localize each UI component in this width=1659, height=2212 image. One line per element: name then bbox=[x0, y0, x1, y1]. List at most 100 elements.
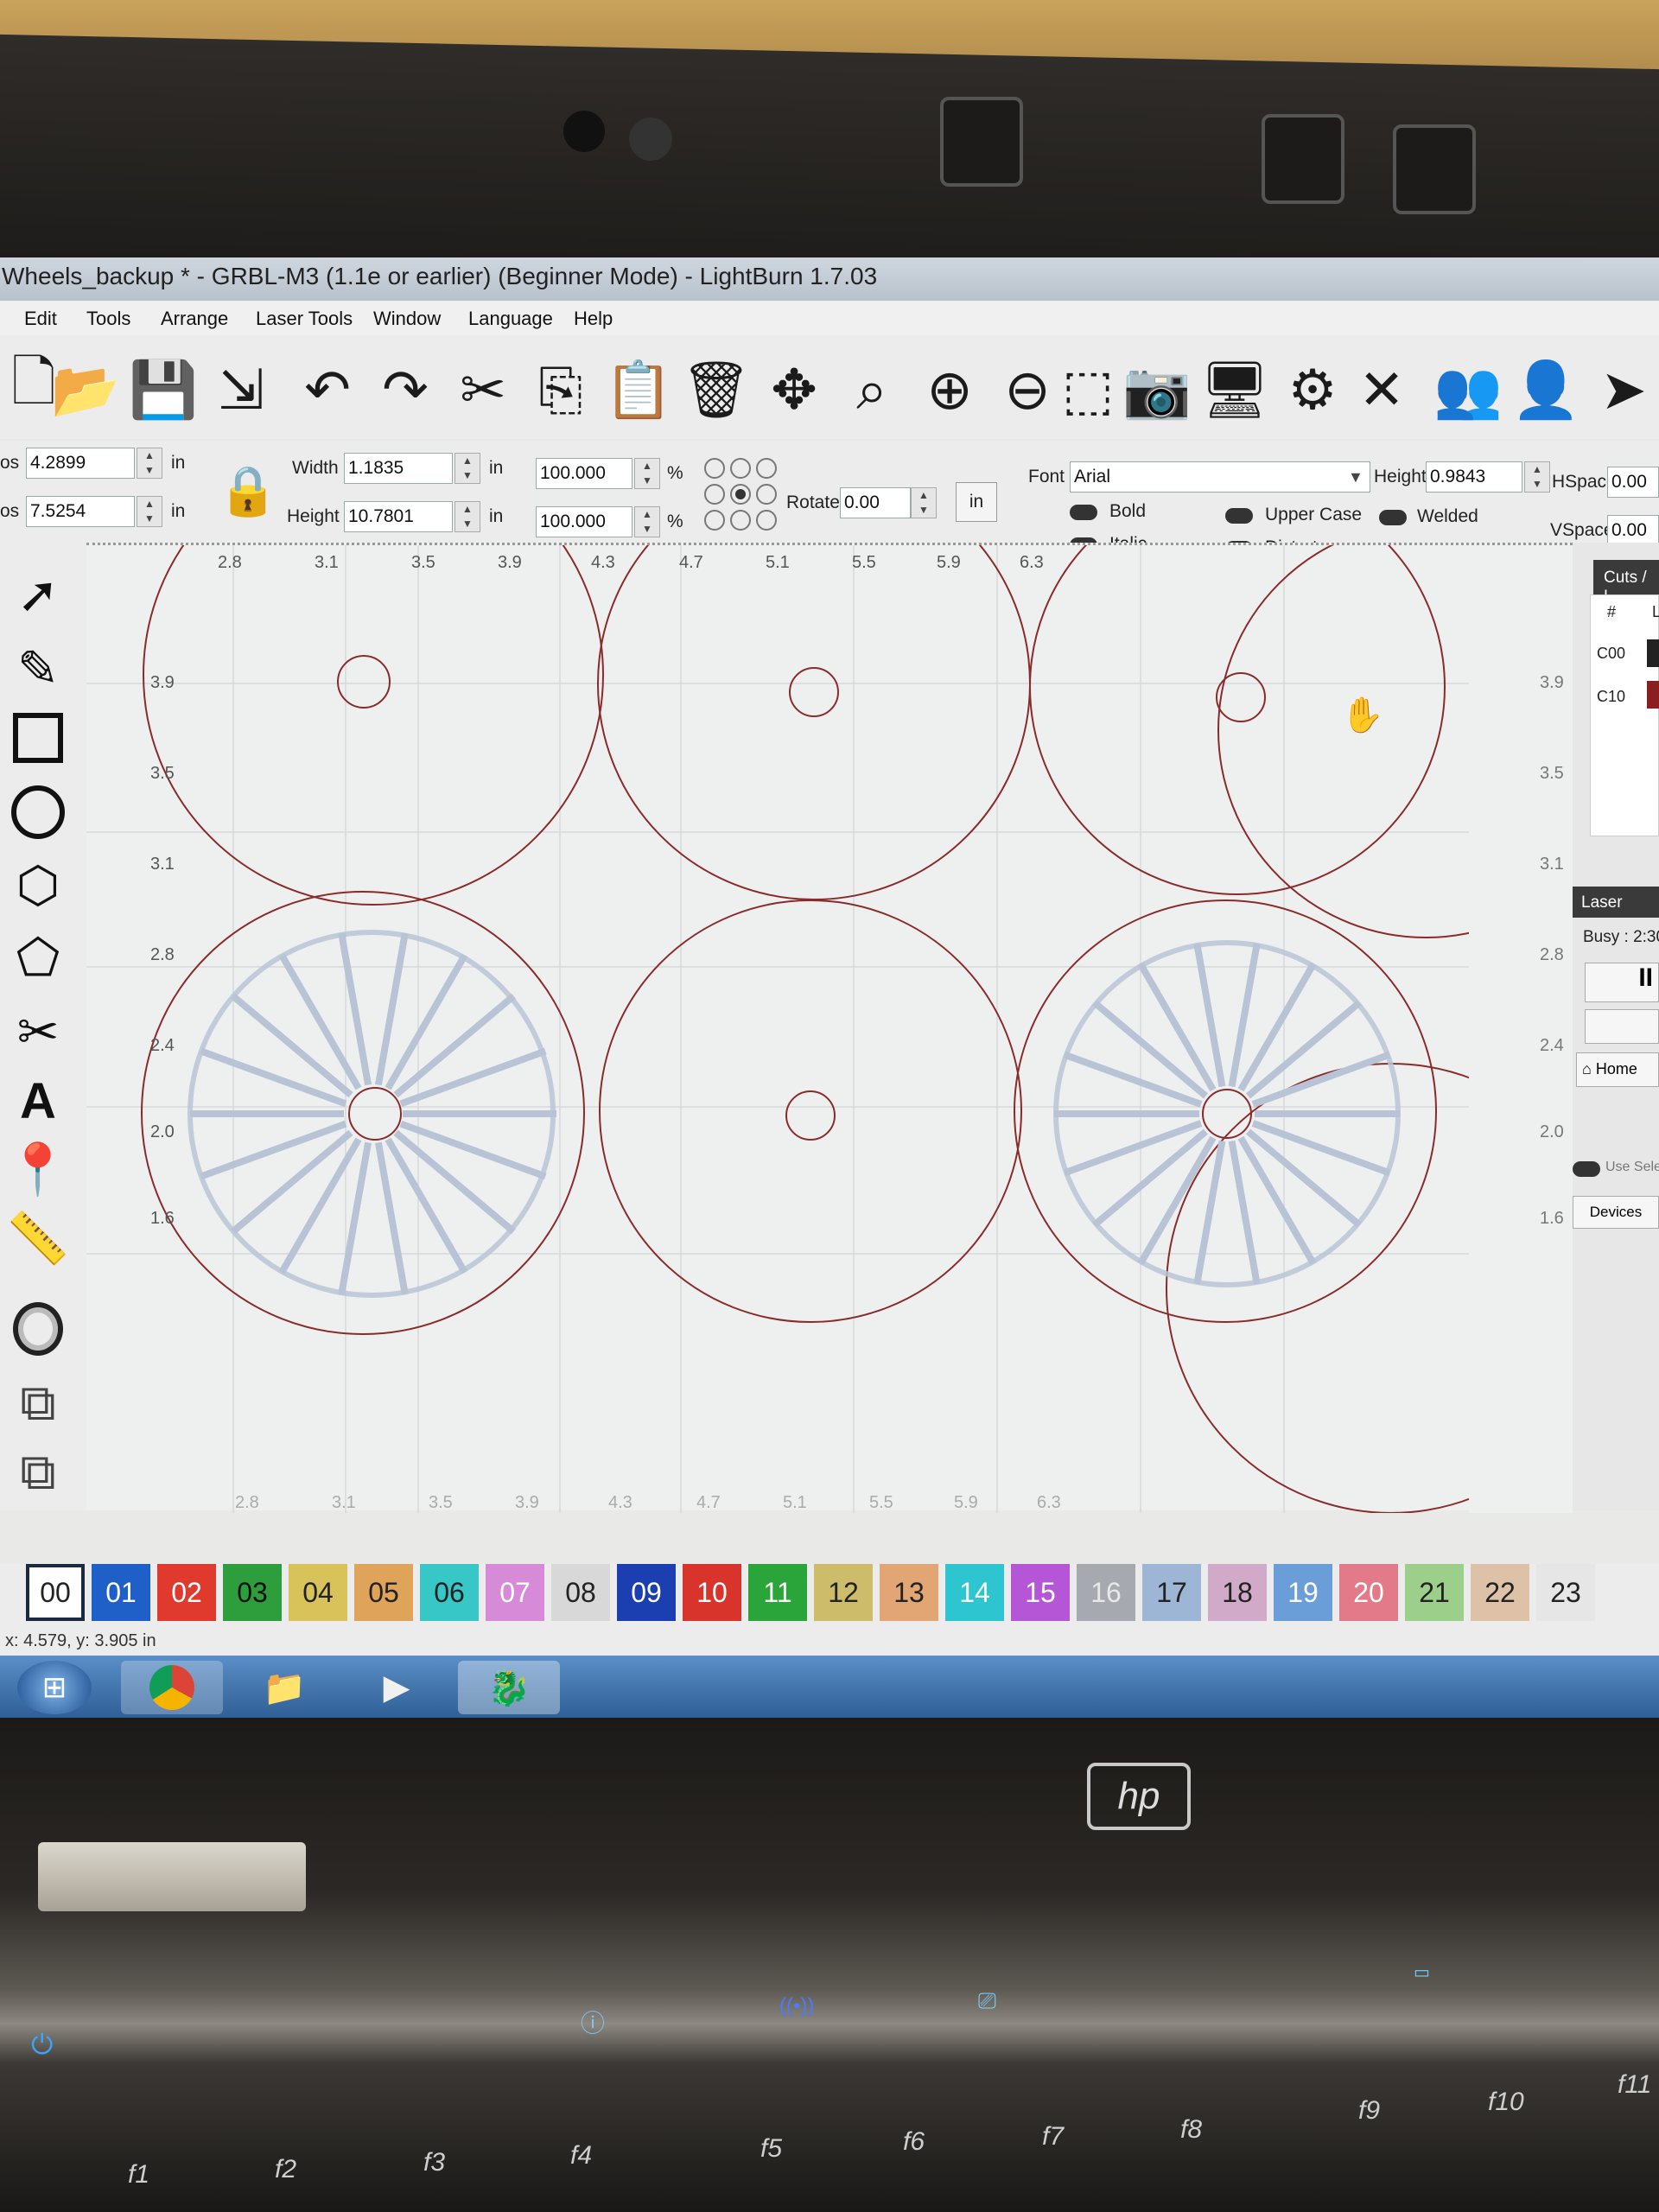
cut-shapes-icon[interactable]: ✂ bbox=[3, 997, 73, 1066]
menu-arrange[interactable]: Arrange bbox=[161, 308, 228, 330]
stop-button[interactable] bbox=[1585, 1009, 1659, 1044]
weld-shapes-icon[interactable]: ⧉ bbox=[3, 1369, 73, 1438]
palette-swatch-13[interactable]: 13 bbox=[880, 1564, 938, 1621]
palette-swatch-21[interactable]: 21 bbox=[1405, 1564, 1464, 1621]
pause-button[interactable]: II bbox=[1585, 963, 1659, 1002]
start-icon[interactable]: ⊞ bbox=[17, 1661, 92, 1714]
cut-icon[interactable]: ✂ bbox=[449, 351, 517, 429]
ypos-spinner[interactable]: ▲ ▼ bbox=[137, 496, 162, 527]
function-key-f2[interactable]: f2 bbox=[275, 2155, 296, 2184]
vspace-field[interactable]: 0.00 bbox=[1607, 515, 1659, 546]
frame-icon[interactable]: ⬚ bbox=[1054, 351, 1122, 429]
design-canvas[interactable]: 2.8 3.1 3.5 3.9 4.3 4.7 5.1 5.5 5.9 6.3 3.9 3.5 3.1 2… bbox=[86, 543, 1573, 1513]
explorer-icon[interactable]: 📁 bbox=[233, 1661, 335, 1714]
zoom-in-icon[interactable]: ⊕ bbox=[916, 351, 983, 429]
move-icon[interactable]: ✥ bbox=[760, 351, 828, 429]
rectangle-tool-icon[interactable] bbox=[3, 703, 73, 772]
text-height-field[interactable]: 0.9843 bbox=[1426, 461, 1522, 493]
cuts-row-c00[interactable]: C00 bbox=[1597, 645, 1625, 663]
function-key-f3[interactable]: f3 bbox=[423, 2148, 445, 2177]
xpos-field[interactable]: 4.2899 bbox=[26, 448, 135, 479]
menu-laser-tools[interactable]: Laser Tools bbox=[256, 308, 353, 330]
menu-edit[interactable]: Edit bbox=[24, 308, 57, 330]
palette-swatch-05[interactable]: 05 bbox=[354, 1564, 413, 1621]
palette-swatch-00[interactable]: 00 bbox=[26, 1564, 85, 1621]
media-icon[interactable]: ▶ bbox=[346, 1661, 448, 1714]
zoom-page-icon[interactable]: ⌕ bbox=[838, 351, 906, 429]
cuts-row-c10[interactable]: C10 bbox=[1597, 688, 1625, 706]
palette-swatch-17[interactable]: 17 bbox=[1142, 1564, 1201, 1621]
users-icon[interactable]: 👥 bbox=[1433, 351, 1503, 429]
cuts-row-c10-color[interactable] bbox=[1647, 681, 1659, 709]
presentation-icon[interactable]: ⎚ bbox=[978, 1987, 996, 2015]
function-key-f4[interactable]: f4 bbox=[570, 2141, 592, 2171]
units-toggle-button[interactable]: in bbox=[956, 482, 997, 522]
palette-swatch-03[interactable]: 03 bbox=[223, 1564, 282, 1621]
function-key-f8[interactable]: f8 bbox=[1180, 2115, 1202, 2145]
palette-swatch-22[interactable]: 22 bbox=[1471, 1564, 1529, 1621]
palette-swatch-15[interactable]: 15 bbox=[1011, 1564, 1070, 1621]
delete-icon[interactable]: 🗑 bbox=[681, 351, 751, 429]
palette-swatch-10[interactable]: 10 bbox=[683, 1564, 741, 1621]
save-icon[interactable]: 💾 bbox=[129, 351, 198, 429]
tools-icon[interactable]: ✕ bbox=[1348, 351, 1415, 429]
lock-aspect-icon[interactable]: 🔒 bbox=[218, 460, 278, 522]
cuts-row-c00-color[interactable] bbox=[1647, 639, 1659, 667]
power-icon[interactable]: ⏻ bbox=[31, 2029, 53, 2062]
rotate-spinner[interactable]: ▲ ▼ bbox=[911, 487, 937, 518]
function-key-f7[interactable]: f7 bbox=[1042, 2122, 1064, 2152]
text-height-spinner[interactable]: ▲ ▼ bbox=[1524, 461, 1550, 493]
bezel-light-button[interactable] bbox=[1393, 124, 1476, 214]
height-percent-field[interactable]: 100.000 bbox=[536, 506, 632, 537]
xpos-spinner[interactable]: ▲ ▼ bbox=[137, 448, 162, 479]
function-key-f6[interactable]: f6 bbox=[903, 2127, 925, 2157]
settings-icon[interactable]: ⚙ bbox=[1279, 351, 1346, 429]
menu-tools[interactable]: Tools bbox=[86, 308, 130, 330]
palette-swatch-11[interactable]: 11 bbox=[748, 1564, 807, 1621]
height-spinner[interactable]: ▲ ▼ bbox=[454, 501, 480, 532]
select-arrow-icon[interactable]: ➚ bbox=[3, 560, 73, 629]
offset-shapes-icon[interactable] bbox=[3, 1294, 73, 1363]
monitor-icon[interactable]: 🖥 bbox=[1199, 351, 1269, 429]
palette-swatch-23[interactable]: 23 bbox=[1536, 1564, 1595, 1621]
palette-swatch-08[interactable]: 08 bbox=[551, 1564, 610, 1621]
upper-case-toggle[interactable] bbox=[1225, 508, 1253, 524]
palette-swatch-12[interactable]: 12 bbox=[814, 1564, 873, 1621]
open-icon[interactable]: 📂 bbox=[51, 351, 120, 429]
palette-swatch-16[interactable]: 16 bbox=[1077, 1564, 1135, 1621]
boolean-union-icon[interactable]: ⧉ bbox=[3, 1438, 73, 1507]
send-icon[interactable]: ➤ bbox=[1590, 351, 1657, 429]
use-selection-toggle[interactable] bbox=[1573, 1161, 1600, 1177]
pencil-icon[interactable]: ✎ bbox=[3, 634, 73, 703]
width-percent-field[interactable]: 100.000 bbox=[536, 458, 632, 489]
palette-swatch-01[interactable]: 01 bbox=[92, 1564, 150, 1621]
redo-icon[interactable]: ↷ bbox=[372, 351, 439, 429]
palette-swatch-14[interactable]: 14 bbox=[945, 1564, 1004, 1621]
menu-window[interactable]: Window bbox=[373, 308, 441, 330]
height-percent-spinner[interactable]: ▲ ▼ bbox=[634, 506, 660, 537]
lightburn-icon[interactable]: 🐉 bbox=[458, 1661, 560, 1714]
palette-swatch-02[interactable]: 02 bbox=[157, 1564, 216, 1621]
font-select[interactable]: Arial bbox=[1070, 461, 1370, 493]
text-tool-icon[interactable]: A bbox=[3, 1066, 73, 1135]
measure-icon[interactable]: 📏 bbox=[3, 1205, 73, 1274]
palette-swatch-19[interactable]: 19 bbox=[1274, 1564, 1332, 1621]
function-key-f9[interactable]: f9 bbox=[1358, 2096, 1380, 2126]
bold-toggle[interactable] bbox=[1070, 505, 1097, 520]
user-icon[interactable]: 👤 bbox=[1511, 351, 1580, 429]
bezel-button[interactable] bbox=[940, 97, 1023, 187]
ypos-field[interactable]: 7.5254 bbox=[26, 496, 135, 527]
palette-swatch-04[interactable]: 04 bbox=[289, 1564, 347, 1621]
menu-language[interactable]: Language bbox=[468, 308, 553, 330]
home-button[interactable]: ⌂ Home bbox=[1576, 1052, 1659, 1087]
bezel-button[interactable] bbox=[1262, 114, 1344, 204]
palette-swatch-20[interactable]: 20 bbox=[1339, 1564, 1398, 1621]
undo-icon[interactable]: ↶ bbox=[294, 351, 361, 429]
import-icon[interactable]: ⇲ bbox=[207, 351, 275, 429]
anchor-point-selector[interactable] bbox=[702, 454, 779, 534]
chrome-icon[interactable] bbox=[121, 1661, 223, 1714]
function-key-f11[interactable]: f11 bbox=[1618, 2070, 1651, 2100]
palette-swatch-18[interactable]: 18 bbox=[1208, 1564, 1267, 1621]
info-icon[interactable]: ⓘ bbox=[581, 2005, 605, 2039]
zoom-out-icon[interactable]: ⊖ bbox=[994, 351, 1061, 429]
